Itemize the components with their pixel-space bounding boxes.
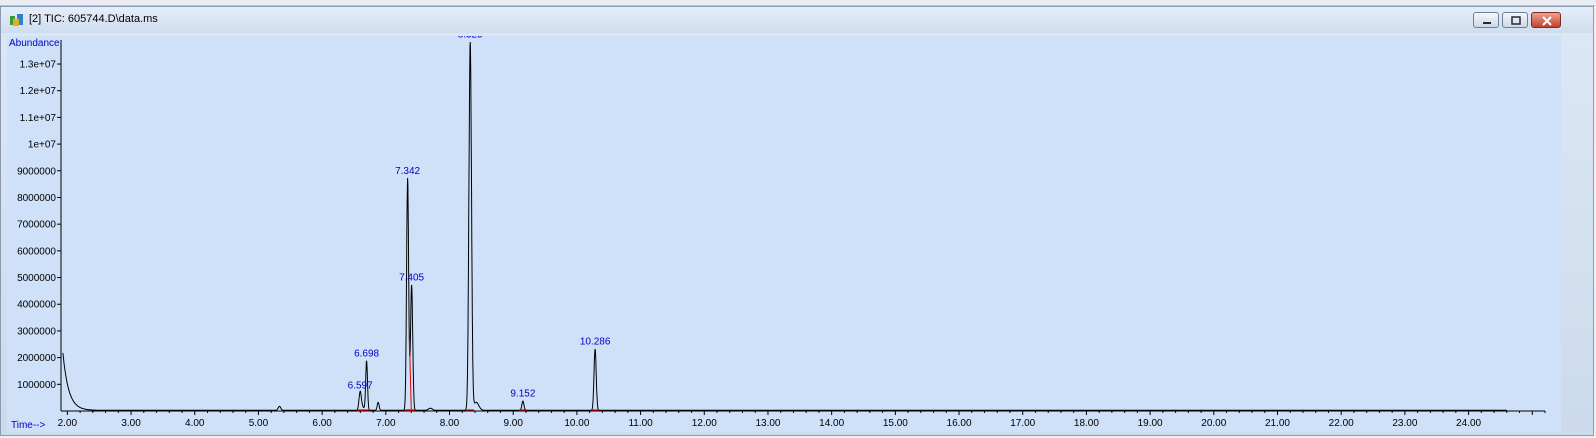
minimize-button[interactable]	[1473, 12, 1499, 28]
peak-label: 7.342	[395, 166, 420, 177]
tic-trace	[62, 41, 1507, 411]
x-tick-label: 6.00	[312, 418, 332, 429]
x-tick-label: 17.00	[1010, 418, 1035, 429]
y-tick-label: 1.2e+07	[20, 86, 57, 97]
y-tick-label: 8000000	[17, 193, 56, 204]
peak-label: 9.152	[510, 389, 535, 400]
peak-label: 10.286	[580, 337, 611, 348]
peak-label: 7.405	[399, 273, 424, 284]
x-tick-label: 11.00	[628, 418, 653, 429]
peak-label: 6.698	[354, 349, 379, 360]
window-title: [2] TIC: 605744.D\data.ms	[29, 13, 158, 25]
y-tick-label: 7000000	[17, 220, 56, 231]
y-tick-label: 3000000	[17, 326, 56, 337]
x-tick-label: 16.00	[947, 418, 972, 429]
x-tick-label: 18.00	[1074, 418, 1099, 429]
plot-area[interactable]: 1000000 2000000 3000000 4000000 5000000 60000…	[7, 36, 1561, 432]
x-tick-label: 21.00	[1265, 418, 1290, 429]
x-tick-label: 19.00	[1138, 418, 1163, 429]
x-tick-label: 13.00	[755, 418, 780, 429]
y-tick-label: 2000000	[17, 353, 56, 364]
x-tick-label: 15.00	[883, 418, 908, 429]
x-tick-label: 7.00	[376, 418, 396, 429]
x-tick-label: 24.00	[1456, 418, 1481, 429]
x-tick-label: 5.00	[249, 418, 269, 429]
peak-label: 8.325	[458, 36, 483, 41]
maximize-button[interactable]	[1502, 12, 1528, 28]
y-tick-label: 1.1e+07	[20, 113, 57, 124]
y-tick-label: 1000000	[17, 380, 56, 391]
x-tick-label: 2.00	[58, 418, 78, 429]
y-tick-label: 4000000	[17, 300, 56, 311]
chromatogram-window[interactable]: [2] TIC: 605744.D\data.ms 1000000 2000000…	[0, 6, 1594, 436]
maximize-icon	[1511, 16, 1521, 25]
window-titlebar[interactable]: [2] TIC: 605744.D\data.ms	[1, 7, 1593, 33]
x-tick-label: 9.00	[503, 418, 523, 429]
y-tick-label: 1e+07	[28, 140, 57, 151]
x-tick-label: 4.00	[185, 418, 205, 429]
close-icon	[1542, 16, 1552, 26]
chromatogram-chart[interactable]: 1000000 2000000 3000000 4000000 5000000 60000…	[7, 36, 1561, 432]
y-tick-label: 1.3e+07	[20, 60, 57, 71]
x-tick-label: 23.00	[1392, 418, 1417, 429]
x-tick-label: 3.00	[121, 418, 141, 429]
x-tick-label: 22.00	[1329, 418, 1354, 429]
x-tick-label: 12.00	[692, 418, 717, 429]
close-button[interactable]	[1531, 12, 1561, 28]
x-tick-label: 10.00	[564, 418, 589, 429]
y-tick-label: 5000000	[17, 273, 56, 284]
y-tick-label: 6000000	[17, 246, 56, 257]
x-tick-label: 14.00	[819, 418, 844, 429]
x-axis-title: Time-->	[11, 420, 46, 431]
x-tick-label: 20.00	[1201, 418, 1226, 429]
x-tick-label: 8.00	[440, 418, 460, 429]
y-axis-title: Abundance	[9, 38, 60, 49]
peak-label: 6.597	[348, 381, 373, 392]
chromatogram-icon	[10, 14, 23, 26]
minimize-icon	[1483, 22, 1491, 24]
y-tick-label: 9000000	[17, 166, 56, 177]
